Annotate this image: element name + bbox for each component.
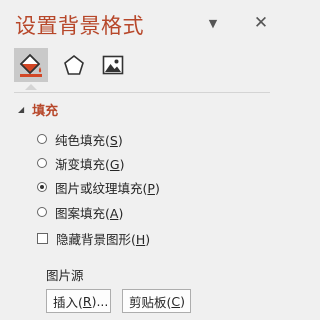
active-tab-pointer: [25, 84, 37, 90]
clipboard-button[interactable]: 剪贴板(C): [122, 289, 191, 313]
close-button[interactable]: ✕: [250, 12, 272, 34]
pane-options-button[interactable]: ▼: [202, 12, 224, 34]
radio-label: 图片或纹理填充(P): [55, 180, 160, 196]
radio-button[interactable]: [37, 207, 47, 217]
fill-section-label: 填充: [32, 104, 59, 119]
radio-picture-texture-fill[interactable]: 图片或纹理填充(P): [37, 178, 160, 196]
radio-gradient-fill[interactable]: 渐变填充(G): [37, 154, 124, 172]
format-background-pane: 设置背景格式 ▼ ✕ ◢ 填充 纯色填充(S) 渐变填充(G) 图片或纹理填充(…: [0, 0, 285, 320]
radio-button-selected[interactable]: [37, 182, 47, 192]
picture-source-label: 图片源: [46, 268, 84, 283]
radio-label: 纯色填充(S): [55, 132, 123, 148]
radio-button[interactable]: [37, 158, 47, 168]
tab-fill[interactable]: [14, 48, 48, 82]
tab-effects[interactable]: [57, 48, 91, 82]
radio-label: 图案填充(A): [55, 205, 124, 221]
picture-icon: [102, 55, 124, 75]
close-icon: ✕: [253, 13, 269, 33]
checkbox-hide-background-graphics[interactable]: 隐藏背景图形(H): [37, 229, 150, 247]
radio-button[interactable]: [37, 134, 47, 144]
radio-pattern-fill[interactable]: 图案填充(A): [37, 203, 123, 221]
fill-section-header[interactable]: ◢ 填充: [18, 100, 58, 119]
paint-bucket-icon: [19, 53, 42, 77]
checkbox[interactable]: [37, 232, 48, 244]
insert-picture-button[interactable]: 插入(R)...: [46, 289, 111, 313]
dropdown-arrow-icon: ▼: [208, 16, 218, 30]
collapse-caret-icon: ◢: [18, 105, 25, 114]
radio-solid-fill[interactable]: 纯色填充(S): [37, 130, 123, 148]
checkbox-label: 隐藏背景图形(H): [56, 231, 151, 247]
pane-tabs: [14, 48, 134, 90]
divider: [14, 92, 270, 93]
radio-label: 渐变填充(G): [55, 156, 125, 172]
tab-picture[interactable]: [96, 48, 130, 82]
pentagon-icon: [64, 54, 84, 75]
pane-title: 设置背景格式: [15, 14, 144, 38]
